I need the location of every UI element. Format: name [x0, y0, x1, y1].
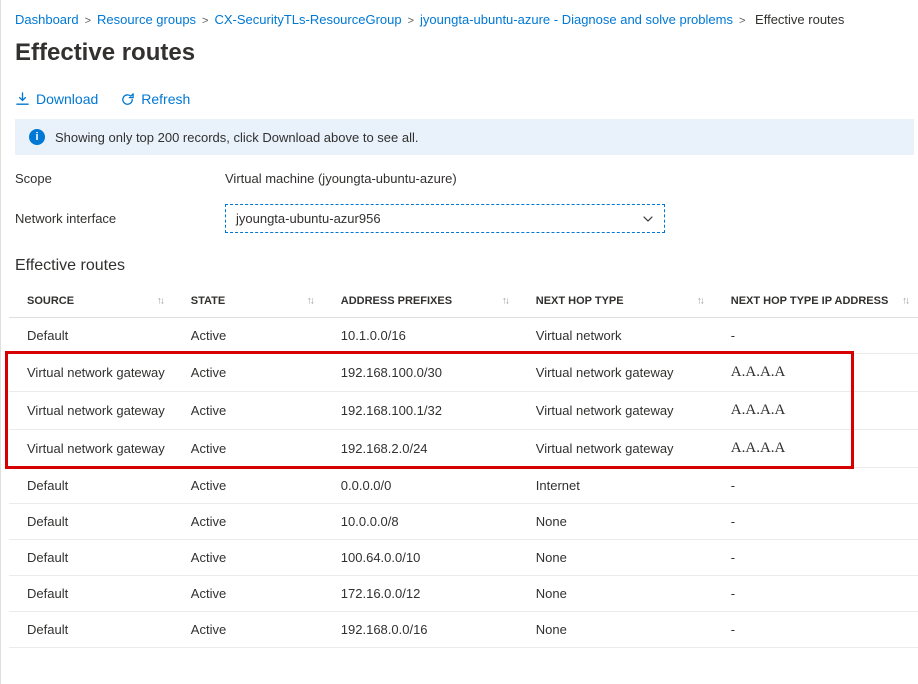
cell-hop_type: None — [518, 576, 713, 612]
cell-hop_ip: - — [713, 540, 918, 576]
cell-hop_type: Internet — [518, 468, 713, 504]
cell-hop_type: Virtual network gateway — [518, 430, 713, 468]
cell-prefix: 192.168.100.1/32 — [323, 392, 518, 430]
breadcrumb-item[interactable]: jyoungta-ubuntu-azure - Diagnose and sol… — [420, 12, 733, 27]
cell-prefix: 10.1.0.0/16 — [323, 318, 518, 354]
download-button[interactable]: Download — [15, 91, 98, 107]
scope-value: Virtual machine (jyoungta-ubuntu-azure) — [225, 171, 457, 186]
nic-select-value: jyoungta-ubuntu-azur956 — [236, 211, 381, 226]
cell-state: Active — [173, 576, 323, 612]
breadcrumb-current: Effective routes — [755, 12, 844, 27]
sort-icon: ↑↓ — [697, 296, 703, 307]
cell-hop_ip: A.A.A.A — [713, 430, 918, 468]
cell-source: Default — [9, 576, 173, 612]
refresh-icon — [120, 92, 135, 107]
breadcrumb-separator: > — [402, 15, 420, 27]
cell-hop_type: Virtual network — [518, 318, 713, 354]
cell-prefix: 172.16.0.0/12 — [323, 576, 518, 612]
table-row[interactable]: DefaultActive172.16.0.0/12None- — [9, 576, 918, 612]
cell-state: Active — [173, 504, 323, 540]
cell-prefix: 10.0.0.0/8 — [323, 504, 518, 540]
cell-source: Virtual network gateway — [9, 392, 173, 430]
cell-source: Default — [9, 318, 173, 354]
cell-state: Active — [173, 318, 323, 354]
breadcrumb: Dashboard>Resource groups>CX-SecurityTLs… — [1, 10, 918, 33]
cell-prefix: 100.64.0.0/10 — [323, 540, 518, 576]
download-label: Download — [36, 91, 98, 107]
table-row[interactable]: DefaultActive10.0.0.0/8None- — [9, 504, 918, 540]
cell-source: Default — [9, 612, 173, 648]
table-row[interactable]: DefaultActive192.168.0.0/16None- — [9, 612, 918, 648]
cell-hop_ip: - — [713, 318, 918, 354]
breadcrumb-separator: > — [79, 15, 97, 27]
cell-hop_type: None — [518, 540, 713, 576]
cell-hop_ip: A.A.A.A — [713, 392, 918, 430]
table-row[interactable]: DefaultActive10.1.0.0/16Virtual network- — [9, 318, 918, 354]
col-next-hop-type[interactable]: Next Hop Type↑↓ — [518, 285, 713, 318]
info-icon: i — [29, 129, 45, 145]
page-title: Effective routes — [1, 33, 918, 87]
cell-hop_type: None — [518, 504, 713, 540]
toolbar: Download Refresh — [1, 87, 918, 119]
cell-hop_ip: - — [713, 612, 918, 648]
cell-source: Default — [9, 540, 173, 576]
cell-prefix: 192.168.2.0/24 — [323, 430, 518, 468]
cell-hop_ip: - — [713, 576, 918, 612]
cell-hop_ip: - — [713, 504, 918, 540]
cell-hop_ip: - — [713, 468, 918, 504]
cell-prefix: 192.168.100.0/30 — [323, 354, 518, 392]
download-icon — [15, 92, 30, 107]
table-header-row: Source↑↓ State↑↓ Address Prefixes↑↓ Next… — [9, 285, 918, 318]
breadcrumb-item[interactable]: CX-SecurityTLs-ResourceGroup — [214, 12, 401, 27]
table-row[interactable]: Virtual network gatewayActive192.168.2.0… — [9, 430, 918, 468]
col-address-prefixes[interactable]: Address Prefixes↑↓ — [323, 285, 518, 318]
cell-source: Default — [9, 468, 173, 504]
cell-state: Active — [173, 430, 323, 468]
cell-source: Virtual network gateway — [9, 430, 173, 468]
breadcrumb-item[interactable]: Resource groups — [97, 12, 196, 27]
breadcrumb-item[interactable]: Dashboard — [15, 12, 79, 27]
section-heading: Effective routes — [1, 257, 918, 285]
nic-row: Network interface jyoungta-ubuntu-azur95… — [15, 204, 904, 233]
cell-state: Active — [173, 612, 323, 648]
cell-source: Default — [9, 504, 173, 540]
col-state[interactable]: State↑↓ — [173, 285, 323, 318]
table-row[interactable]: Virtual network gatewayActive192.168.100… — [9, 354, 918, 392]
sort-icon: ↑↓ — [502, 296, 508, 307]
cell-state: Active — [173, 540, 323, 576]
cell-hop_type: None — [518, 612, 713, 648]
refresh-label: Refresh — [141, 91, 190, 107]
routes-table: Source↑↓ State↑↓ Address Prefixes↑↓ Next… — [9, 285, 918, 648]
cell-state: Active — [173, 392, 323, 430]
nic-label: Network interface — [15, 211, 225, 226]
table-row[interactable]: DefaultActive0.0.0.0/0Internet- — [9, 468, 918, 504]
scope-row: Scope Virtual machine (jyoungta-ubuntu-a… — [15, 171, 904, 186]
sort-icon: ↑↓ — [902, 296, 908, 307]
col-next-hop-ip[interactable]: Next Hop Type IP Address↑↓ — [713, 285, 918, 318]
info-message: Showing only top 200 records, click Down… — [55, 130, 419, 145]
sort-icon: ↑↓ — [307, 296, 313, 307]
scope-label: Scope — [15, 171, 225, 186]
cell-prefix: 192.168.0.0/16 — [323, 612, 518, 648]
col-source[interactable]: Source↑↓ — [9, 285, 173, 318]
cell-hop_type: Virtual network gateway — [518, 392, 713, 430]
cell-hop_ip: A.A.A.A — [713, 354, 918, 392]
table-row[interactable]: DefaultActive100.64.0.0/10None- — [9, 540, 918, 576]
chevron-down-icon — [642, 213, 654, 225]
sort-icon: ↑↓ — [157, 296, 163, 307]
breadcrumb-separator: > — [196, 15, 214, 27]
refresh-button[interactable]: Refresh — [120, 91, 190, 107]
info-bar: i Showing only top 200 records, click Do… — [15, 119, 914, 155]
cell-prefix: 0.0.0.0/0 — [323, 468, 518, 504]
breadcrumb-separator: > — [733, 15, 751, 27]
nic-select[interactable]: jyoungta-ubuntu-azur956 — [225, 204, 665, 233]
cell-state: Active — [173, 354, 323, 392]
cell-source: Virtual network gateway — [9, 354, 173, 392]
cell-hop_type: Virtual network gateway — [518, 354, 713, 392]
cell-state: Active — [173, 468, 323, 504]
table-row[interactable]: Virtual network gatewayActive192.168.100… — [9, 392, 918, 430]
